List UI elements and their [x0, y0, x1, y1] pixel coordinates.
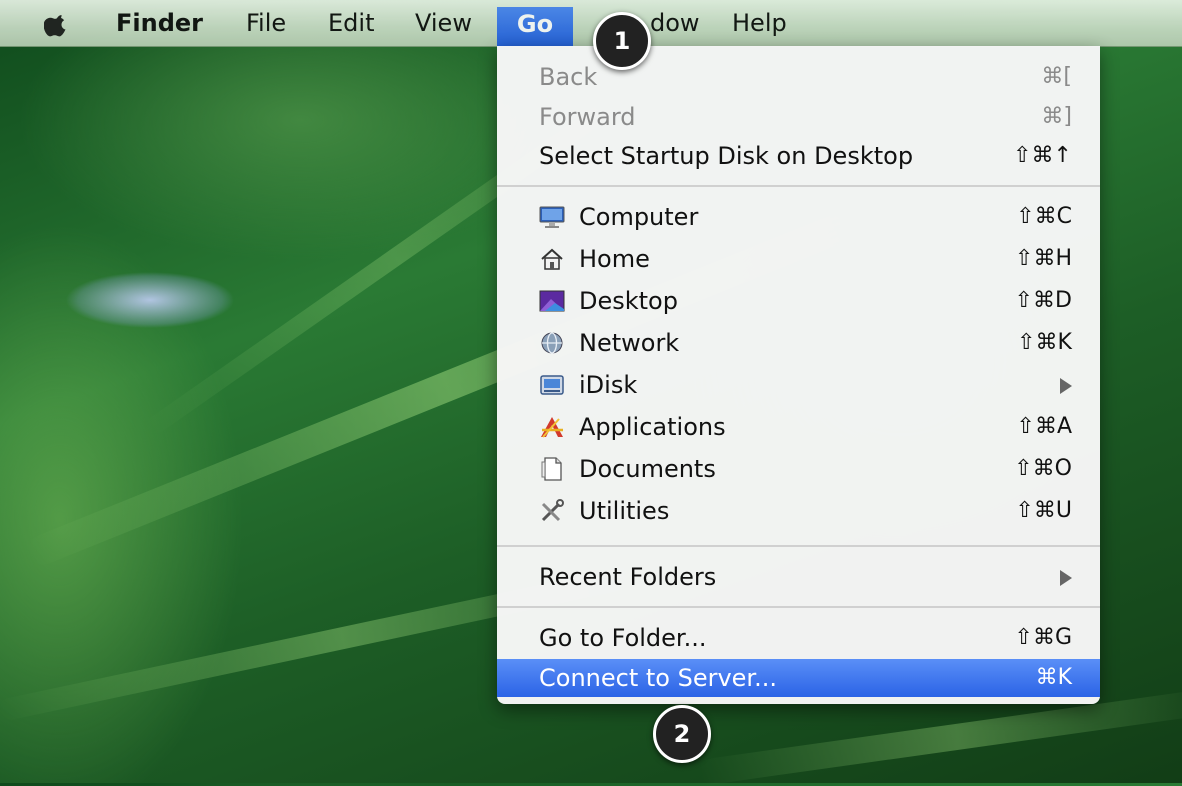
menu-help[interactable]: Help	[722, 8, 797, 46]
menu-item-label: Applications	[579, 413, 726, 441]
menu-view[interactable]: View	[405, 8, 482, 46]
submenu-arrow-icon	[1060, 378, 1072, 394]
menu-item-label: Connect to Server...	[539, 664, 777, 692]
menu-item-label: Back	[539, 63, 598, 91]
menu-edit[interactable]: Edit	[318, 8, 384, 46]
menu-item-label: Select Startup Disk on Desktop	[539, 142, 914, 170]
menu-item-idisk[interactable]: iDisk	[497, 366, 1100, 404]
menu-item-shortcut: ⇧⌘A	[1016, 414, 1072, 439]
menu-finder[interactable]: Finder	[106, 8, 213, 46]
computer-icon	[539, 206, 565, 228]
menu-item-applications[interactable]: Applications ⇧⌘A	[497, 408, 1100, 446]
menu-go[interactable]: Go	[497, 7, 573, 47]
menu-item-select-startup-disk[interactable]: Select Startup Disk on Desktop ⇧⌘↑	[497, 137, 1100, 175]
callout-badge-1: 1	[593, 12, 651, 70]
desktop-icon	[539, 290, 565, 312]
utilities-icon	[541, 499, 564, 522]
menu-file[interactable]: File	[236, 8, 296, 46]
menu-item-computer[interactable]: Computer ⇧⌘C	[497, 198, 1100, 236]
network-icon	[541, 332, 563, 354]
menu-item-label: Recent Folders	[539, 563, 717, 591]
menu-separator	[497, 545, 1100, 547]
menu-item-desktop[interactable]: Desktop ⇧⌘D	[497, 282, 1100, 320]
menu-item-label: Desktop	[579, 287, 678, 315]
menu-item-shortcut: ⇧⌘D	[1014, 288, 1072, 313]
menu-item-label: Documents	[579, 455, 716, 483]
home-icon	[541, 248, 563, 270]
menu-item-back[interactable]: Back ⌘[	[497, 58, 1100, 96]
menu-item-shortcut: ⇧⌘K	[1017, 330, 1072, 355]
menu-item-shortcut: ⌘]	[1041, 104, 1072, 129]
documents-icon	[541, 457, 562, 481]
menu-item-label: Network	[579, 329, 680, 357]
menu-item-network[interactable]: Network ⇧⌘K	[497, 324, 1100, 362]
menu-item-shortcut: ⇧⌘↑	[1013, 143, 1072, 168]
menu-item-shortcut: ⇧⌘U	[1015, 498, 1072, 523]
go-menu: Back ⌘[ Forward ⌘] Select Startup Disk o…	[497, 46, 1100, 704]
menu-item-home[interactable]: Home ⇧⌘H	[497, 240, 1100, 278]
menu-item-shortcut: ⇧⌘G	[1014, 625, 1072, 650]
callout-badge-2: 2	[653, 705, 711, 763]
menu-bar: Finder File Edit View Go dow Help	[0, 0, 1182, 47]
menu-item-label: Home	[579, 245, 650, 273]
menu-item-forward[interactable]: Forward ⌘]	[497, 98, 1100, 136]
menu-item-label: Go to Folder...	[539, 624, 707, 652]
menu-item-label: Computer	[579, 203, 699, 231]
menu-item-recent-folders[interactable]: Recent Folders	[497, 558, 1100, 596]
menu-item-shortcut: ⇧⌘O	[1014, 456, 1072, 481]
menu-item-label: Forward	[539, 103, 636, 131]
menu-item-label: Utilities	[579, 497, 670, 525]
menu-item-shortcut: ⇧⌘H	[1015, 246, 1072, 271]
menu-separator	[497, 185, 1100, 187]
menu-item-documents[interactable]: Documents ⇧⌘O	[497, 450, 1100, 488]
menu-item-shortcut: ⌘K	[1035, 665, 1072, 690]
menu-item-shortcut: ⇧⌘C	[1016, 204, 1072, 229]
apple-icon[interactable]	[44, 11, 70, 37]
menu-item-go-to-folder[interactable]: Go to Folder... ⇧⌘G	[497, 619, 1100, 657]
submenu-arrow-icon	[1060, 570, 1072, 586]
menu-item-shortcut: ⌘[	[1041, 64, 1072, 89]
idisk-icon	[540, 375, 564, 395]
menu-item-connect-to-server[interactable]: Connect to Server... ⌘K	[497, 659, 1100, 697]
applications-icon	[541, 417, 563, 438]
menu-separator	[497, 606, 1100, 608]
menu-item-utilities[interactable]: Utilities ⇧⌘U	[497, 492, 1100, 530]
menu-item-label: iDisk	[579, 371, 638, 399]
